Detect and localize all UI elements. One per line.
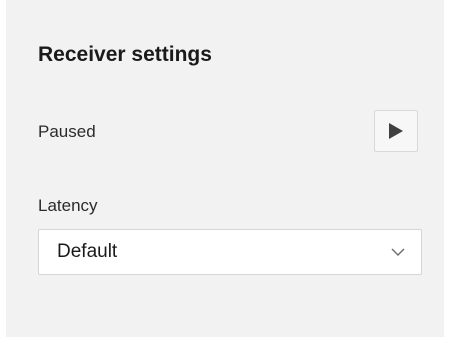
play-icon bbox=[389, 123, 403, 139]
latency-select[interactable]: Default bbox=[38, 229, 422, 275]
play-button[interactable] bbox=[374, 110, 418, 152]
latency-label: Latency bbox=[38, 196, 98, 215]
latency-select-value: Default bbox=[57, 241, 118, 262]
receiver-settings-panel: Receiver settings Paused Latency Default bbox=[6, 0, 444, 337]
chevron-down-icon bbox=[391, 248, 405, 256]
panel-title: Receiver settings bbox=[38, 43, 212, 66]
status-label: Paused bbox=[38, 122, 96, 141]
